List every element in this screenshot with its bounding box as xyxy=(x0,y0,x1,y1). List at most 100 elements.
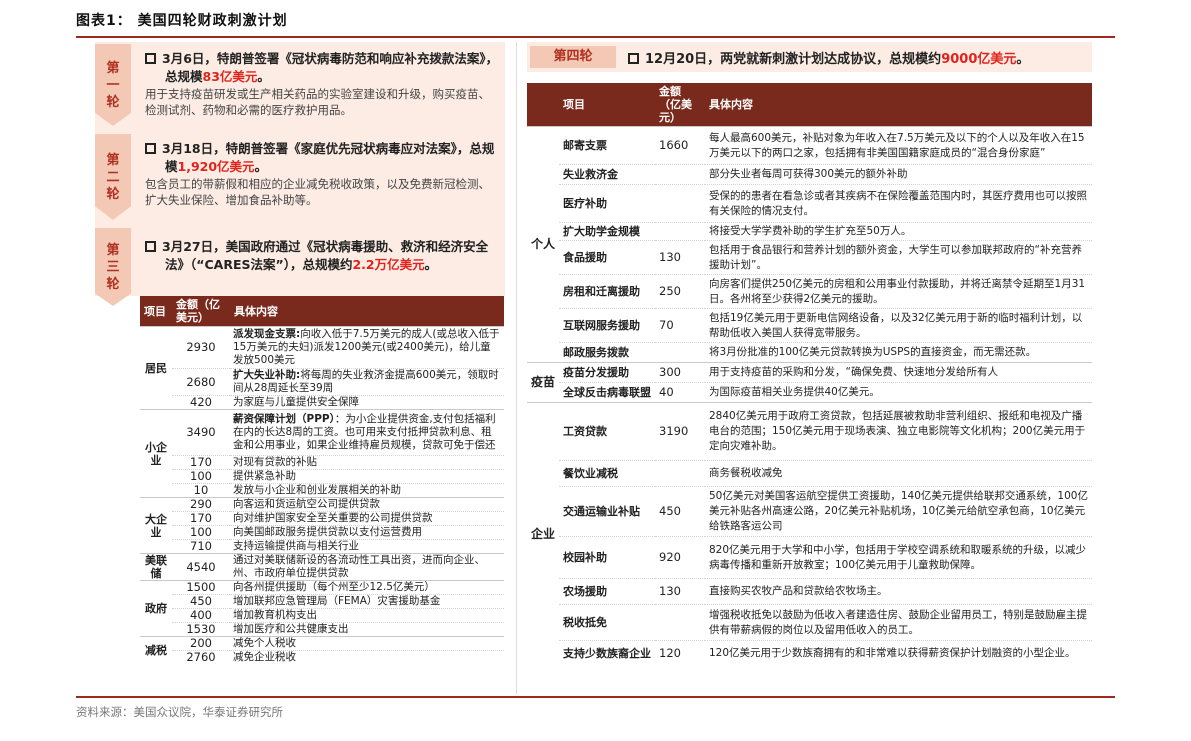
detail-cell: 提供紧急补助 xyxy=(230,469,504,484)
amount-cell: 120 xyxy=(655,640,705,667)
amount-cell: 3190 xyxy=(655,402,705,461)
amount-cell: 40 xyxy=(655,382,705,403)
table-row: 企业 工资贷款 3190 2840亿美元用于政府工资贷款，包括延展被救助非营利组织、报… xyxy=(527,402,1092,667)
top-rule xyxy=(76,36,1115,38)
item-cell: 邮政服务拨款 xyxy=(559,342,655,363)
table-row: 税收抵免 增强税收抵免以鼓励为低收入者建造住房、鼓励企业留用员工，特别是鼓励雇主提… xyxy=(527,604,1092,641)
amount-cell: 1500 xyxy=(172,580,230,595)
amount-cell: 400 xyxy=(172,608,230,623)
amount-cell xyxy=(655,184,705,223)
table-row: 170 对现有贷款的补贴 xyxy=(140,455,504,470)
amount-cell xyxy=(655,342,705,363)
item-cell: 全球反击病毒联盟 xyxy=(559,382,655,403)
table-row: 100 提供紧急补助 xyxy=(140,469,504,484)
amount-cell: 290 xyxy=(172,497,230,512)
table-row: 420 为家庭与儿童提供安全保障 xyxy=(140,395,504,410)
source-note: 资料来源：美国众议院，华泰证券研究所 xyxy=(76,705,283,719)
detail-cell: 将接受大学学费补助的学生扩充至50万人。 xyxy=(705,222,1092,241)
detail-cell: 发放与小企业和创业发展相关的补助 xyxy=(230,483,504,498)
detail-cell: 用于支持疫苗的采购和分发，“确保免费、快速地分发给所有人 xyxy=(705,362,1092,383)
amount-cell xyxy=(655,604,705,641)
round-3-event: 3月27日，美国政府通过《冠状病毒援助、救济和经济安全法》（“CARES法案”）… xyxy=(145,238,500,274)
item-cell: 失业救济金 xyxy=(559,164,655,185)
table-row: 食品援助 130 包括用于食品银行和营养计划的额外资金，大学生可以参加联邦政府的“补… xyxy=(527,240,1092,275)
checkbox-icon xyxy=(145,143,156,154)
table-row: 互联网服务援助 70 包括19亿美元用于更新电信网络设备，以及32亿美元用于新的临时… xyxy=(527,308,1092,343)
amount-cell: 100 xyxy=(172,469,230,484)
amount-cell: 2760 xyxy=(172,650,230,664)
amount-cell: 130 xyxy=(655,240,705,275)
detail-cell: 120亿美元用于少数族裔拥有的和非常难以获得薪资保护计划融资的小型企业。 xyxy=(705,640,1092,667)
item-cell: 医疗补助 xyxy=(559,184,655,223)
category-cell: 小企业 xyxy=(140,409,172,498)
amount-cell: 300 xyxy=(655,362,705,383)
amount-cell: 710 xyxy=(172,539,230,554)
item-cell: 税收抵免 xyxy=(559,604,655,641)
detail-cell: 向各州提供援助（每个州至少12.5亿美元） xyxy=(230,580,504,595)
amount-cell xyxy=(655,164,705,185)
detail-text: 对现有贷款的补贴 xyxy=(233,456,317,468)
table-row: 小企业 3490 薪资保障计划（PPP）：为小企业提供资金,支付包括福利在内的长达8… xyxy=(140,409,504,498)
detail-cell: 820亿美元用于大学和中小学，包括用于学校空调系统和取暖系统的升级，以减少病毒传… xyxy=(705,536,1092,579)
item-cell: 房租和迁离援助 xyxy=(559,274,655,309)
amount-cell: 1530 xyxy=(172,622,230,637)
round-tag-2: 第二轮 xyxy=(95,134,131,220)
detail-text: 发放与小企业和创业发展相关的补助 xyxy=(233,484,401,496)
round-2-head: 3月18日，特朗普签署《家庭优先冠状病毒应对法案》，总规模1,920亿美元。 xyxy=(145,140,500,176)
col-header-detail: 具体内容 xyxy=(705,83,1092,127)
figure-title: 图表1： 美国四轮财政刺激计划 xyxy=(76,13,288,29)
column-divider xyxy=(516,42,517,694)
round-4-table: 项目 金额（亿美元） 具体内容 个人 邮寄支票 1660 每人最高600美元，补贴对象… xyxy=(527,83,1092,667)
item-cell: 交通运输业补贴 xyxy=(559,486,655,537)
table-row: 医疗补助 受保的的患者在看急诊或者其疾病不在保险覆盖范围内时，其医疗费用也可以按照… xyxy=(527,184,1092,223)
detail-text: 支持运输提供商与相关行业 xyxy=(233,540,359,552)
round-4-amount: 9000亿美元 xyxy=(941,52,1017,67)
table-header-row: 项目 金额（亿美元） 具体内容 xyxy=(140,296,504,327)
item-cell: 餐饮业减税 xyxy=(559,460,655,487)
amount-cell: 200 xyxy=(172,636,230,651)
detail-text: 减免个人税收 xyxy=(233,637,296,649)
item-cell: 食品援助 xyxy=(559,240,655,275)
checkbox-icon xyxy=(145,53,156,64)
detail-cell: 向对维护国家安全至关重要的公司提供贷款 xyxy=(230,511,504,526)
table-row: 政府 1500 向各州提供援助（每个州至少12.5亿美元） xyxy=(140,580,504,637)
table-row: 农场援助 130 直接购买农牧产品和贷款给农牧场主。 xyxy=(527,578,1092,605)
detail-bold: 派发现金支票: xyxy=(233,328,301,340)
amount-cell: 250 xyxy=(655,274,705,309)
detail-cell: 派发现金支票:向收入低于7.5万美元的成人(或总收入低于15万美元的夫妇)派发1… xyxy=(230,326,504,369)
detail-cell: 50亿美元对美国客运航空提供工资援助，140亿美元提供给联邦交通系统，100亿美… xyxy=(705,486,1092,537)
amount-cell xyxy=(655,460,705,487)
cares-act-table: 项目 金额（亿美元） 具体内容 居民 2930 派发现金支票:向收入低于7.5万美元… xyxy=(140,296,504,664)
table-row: 400 增加教育机构支出 xyxy=(140,608,504,623)
detail-cell: 薪资保障计划（PPP）：为小企业提供资金,支付包括福利在内的长达8周的工资。也可… xyxy=(230,409,504,456)
category-cell: 居民 xyxy=(140,326,172,410)
detail-cell: 增加教育机构支出 xyxy=(230,608,504,623)
item-cell: 校园补助 xyxy=(559,536,655,579)
detail-cell: 向美国邮政服务提供贷款以支付运营费用 xyxy=(230,525,504,540)
detail-cell: 减免个人税收 xyxy=(230,636,504,651)
round-tag-3: 第三轮 xyxy=(95,228,131,306)
detail-cell: 商务餐税收减免 xyxy=(705,460,1092,487)
category-cell: 美联储 xyxy=(140,553,172,581)
detail-cell: 直接购买农牧产品和贷款给农牧场主。 xyxy=(705,578,1092,605)
round-3-amount: 2.2万亿美元 xyxy=(352,257,425,272)
table-header-row: 项目 金额（亿美元） 具体内容 xyxy=(527,83,1092,127)
col-header-amount: 金额（亿美元） xyxy=(655,83,705,127)
round-3-head: 3月27日，美国政府通过《冠状病毒援助、救济和经济安全法》（“CARES法案”）… xyxy=(145,238,500,274)
detail-bold: 薪资保障计划（PPP） xyxy=(233,413,335,425)
amount-cell: 920 xyxy=(655,536,705,579)
detail-text: 减免企业税收 xyxy=(233,651,296,663)
detail-cell: 扩大失业补助:将每周的失业救济金提高600美元，领取时间从28周延长至39周 xyxy=(230,368,504,396)
detail-cell: 增加医疗和公共健康支出 xyxy=(230,622,504,637)
table-row: 美联储 4540 通过对美联储新设的各流动性工具出资，进而向企业、州、市政府单位提供… xyxy=(140,553,504,581)
round-tag-1: 第一轮 xyxy=(95,44,131,126)
table-row: 支持少数族裔企业 120 120亿美元用于少数族裔拥有的和非常难以获得薪资保护计划融… xyxy=(527,640,1092,667)
detail-cell: 减免企业税收 xyxy=(230,650,504,664)
amount-cell: 450 xyxy=(655,486,705,537)
detail-cell: 增强税收抵免以鼓励为低收入者建造住房、鼓励企业留用员工，特别是鼓励雇主提供有带薪… xyxy=(705,604,1092,641)
detail-text: 向对维护国家安全至关重要的公司提供贷款 xyxy=(233,512,433,524)
detail-cell: 将3月份批准的100亿美元贷款转换为USPS的直接资金，而无需还款。 xyxy=(705,342,1092,363)
detail-cell: 通过对美联储新设的各流动性工具出资，进而向企业、州、市政府单位提供贷款 xyxy=(230,553,504,581)
amount-cell: 450 xyxy=(172,594,230,609)
table-row: 邮政服务拨款 将3月份批准的100亿美元贷款转换为USPS的直接资金，而无需还款。 xyxy=(527,342,1092,363)
